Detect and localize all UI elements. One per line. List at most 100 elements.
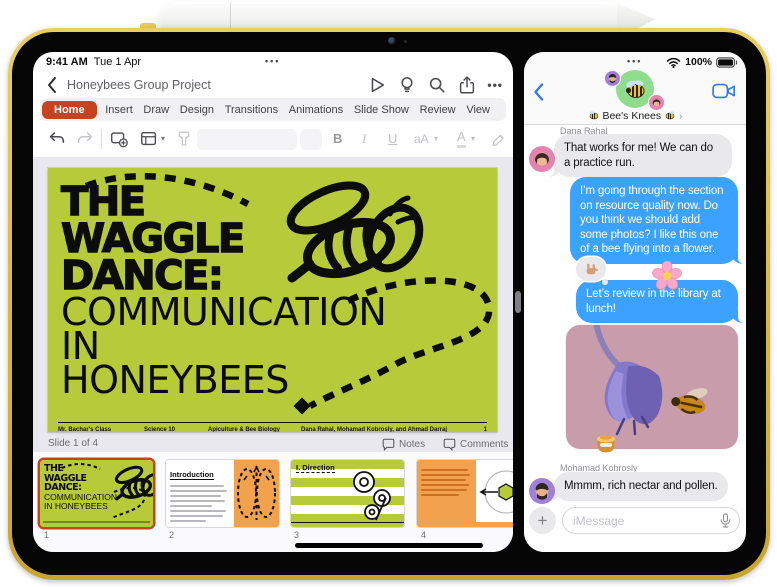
slide-title-block[interactable]: THE WAGGLE DANCE: COMMUNICATION IN HONEY… <box>60 181 386 402</box>
tab-slideshow[interactable]: Slide Show <box>352 104 411 116</box>
new-slide-icon[interactable] <box>109 129 129 149</box>
underline-button[interactable]: U <box>388 129 397 149</box>
avatar-mohamad <box>529 478 555 504</box>
thumb1-subtitle: COMMUNICATION IN HONEYBEES <box>44 492 118 511</box>
thumbnail-number: 4 <box>421 530 427 540</box>
back-chevron-icon[interactable] <box>45 75 59 95</box>
thumbnail-slide-3[interactable]: I. Direction <box>291 460 404 527</box>
battery-percent: 100% <box>685 56 712 68</box>
undo-icon[interactable] <box>47 129 67 149</box>
comments-icon <box>443 438 456 451</box>
wifi-icon <box>666 57 681 68</box>
font-color-chevron-icon: ▾ <box>471 134 476 143</box>
split-view-divider-handle[interactable] <box>515 291 521 313</box>
font-size-field-disabled <box>300 129 322 150</box>
member-avatar-dana-small <box>648 94 665 111</box>
thumbnail-slide-4[interactable] <box>417 460 513 527</box>
footer-page-number: 1 <box>483 427 487 432</box>
thumbnail-strip: THE WAGGLE DANCE: COMMUNICATION IN HONEY… <box>33 452 513 552</box>
format-painter-icon[interactable] <box>174 129 194 149</box>
battery-icon <box>716 56 738 68</box>
back-chevron-icon[interactable] <box>532 82 545 102</box>
thumbnail-number: 3 <box>294 530 300 540</box>
tab-design[interactable]: Design <box>178 104 216 116</box>
tab-transitions[interactable]: Transitions <box>223 104 280 116</box>
footer-class: Mr. Bachar's Class <box>58 427 112 432</box>
received-message[interactable]: That works for me! We can do a practice … <box>548 134 732 177</box>
honey-pot-sticker[interactable] <box>594 431 618 460</box>
case-chevron-icon: ▾ <box>434 134 439 143</box>
multitask-dots-left[interactable]: ••• <box>265 56 280 66</box>
status-bar-left: 9:41 AM Tue 1 Apr <box>46 56 141 68</box>
font-name-field-disabled <box>197 129 297 150</box>
member-avatar-mohamad-small <box>604 70 621 87</box>
messages-window: ••• 100% Bee's Knees › Dana Rahal That w… <box>524 52 746 552</box>
group-avatar-cluster[interactable] <box>604 68 665 111</box>
mic-icon[interactable] <box>720 512 731 529</box>
footer-subject: Apiculture & Bee Biology <box>208 427 281 432</box>
highlighter-icon[interactable] <box>489 129 509 149</box>
video-call-icon[interactable] <box>712 82 736 100</box>
message-input-field[interactable]: iMessage <box>562 507 740 534</box>
photo-message-bee-flower[interactable] <box>566 325 738 449</box>
document-title-row: Honeybees Group Project ••• <box>33 72 513 98</box>
add-attachment-button[interactable]: + <box>529 507 556 534</box>
more-ellipsis-icon[interactable]: ••• <box>487 75 503 95</box>
share-icon[interactable] <box>457 75 477 95</box>
flower-sticker[interactable] <box>652 260 682 296</box>
notes-label: Notes <box>399 439 426 450</box>
slide-layout-icon[interactable] <box>139 129 159 149</box>
slide-canvas: THE WAGGLE DANCE: COMMUNICATION IN HONEY… <box>33 158 513 452</box>
multitask-dots-right[interactable]: ••• <box>627 56 642 66</box>
footer-authors: Dana Rahal, Mohamad Kobrosly, and Ahmad … <box>301 427 448 432</box>
sent-message[interactable]: I’m going through the section on resourc… <box>570 177 744 264</box>
search-icon[interactable] <box>427 75 447 95</box>
received-message[interactable]: Mmmm, rich nectar and pollen. <box>548 472 728 501</box>
slide-info-row: Slide 1 of 4 Notes Comments <box>33 438 513 452</box>
tab-animations[interactable]: Animations <box>287 104 345 116</box>
message-input-bar: + iMessage <box>524 504 746 552</box>
conversation-area[interactable]: Dana Rahal That works for me! We can do … <box>524 125 746 504</box>
bold-button[interactable]: B <box>333 129 342 149</box>
tab-draw[interactable]: Draw <box>141 104 171 116</box>
format-toolbar: ▾ B I U aA ▾ A ▾ <box>33 121 513 158</box>
front-camera <box>388 37 396 45</box>
screenshot-stage: 9:41 AM Tue 1 Apr ••• Honeybees Group Pro… <box>0 0 777 587</box>
status-date: Tue 1 Apr <box>93 56 142 68</box>
tab-insert[interactable]: Insert <box>103 104 135 116</box>
group-name: Bee's Knees <box>602 110 662 122</box>
redo-icon[interactable] <box>75 129 95 149</box>
document-actions: ••• <box>367 75 503 95</box>
notes-icon <box>382 438 395 451</box>
camera-sensor-dot <box>404 40 407 43</box>
slide-1-editor[interactable]: THE WAGGLE DANCE: COMMUNICATION IN HONEY… <box>48 168 497 432</box>
ideas-lightbulb-icon[interactable] <box>397 75 417 95</box>
layout-chevron-icon: ▾ <box>161 134 166 143</box>
group-title[interactable]: Bee's Knees › <box>524 110 746 122</box>
document-title[interactable]: Honeybees Group Project <box>67 78 211 92</box>
thumbnail-slide-1[interactable]: THE WAGGLE DANCE: COMMUNICATION IN HONEY… <box>40 460 153 527</box>
thumb1-title: THE WAGGLE DANCE: <box>44 463 87 493</box>
notes-button[interactable]: Notes <box>382 438 425 451</box>
text-case-button[interactable]: aA <box>414 129 429 149</box>
font-color-button[interactable]: A <box>457 129 466 148</box>
comments-label: Comments <box>460 439 509 450</box>
thumb3-flower-doodles <box>353 471 391 521</box>
italic-button[interactable]: I <box>362 129 366 149</box>
tapback-reaction-love-you-gesture[interactable] <box>576 257 608 285</box>
thumb2-heading: Introduction <box>170 470 214 480</box>
imessage-placeholder: iMessage <box>573 513 625 528</box>
bee-emoji-icon <box>625 80 645 98</box>
tab-home[interactable]: Home <box>42 100 97 119</box>
home-indicator[interactable] <box>295 543 483 548</box>
slide-subtitle-line: HONEYBEES <box>61 358 289 402</box>
avatar-dana <box>529 146 555 172</box>
status-bar-right: 100% <box>666 56 738 68</box>
comments-button[interactable]: Comments <box>443 438 508 451</box>
tab-review[interactable]: Review <box>418 104 458 116</box>
thumbnail-slide-2[interactable]: Introduction <box>166 460 279 527</box>
slideshow-play-icon[interactable] <box>367 75 387 95</box>
thumb2-waggle-diagram <box>236 465 276 520</box>
thumbnail-number: 2 <box>169 530 175 540</box>
tab-view[interactable]: View <box>464 104 492 116</box>
